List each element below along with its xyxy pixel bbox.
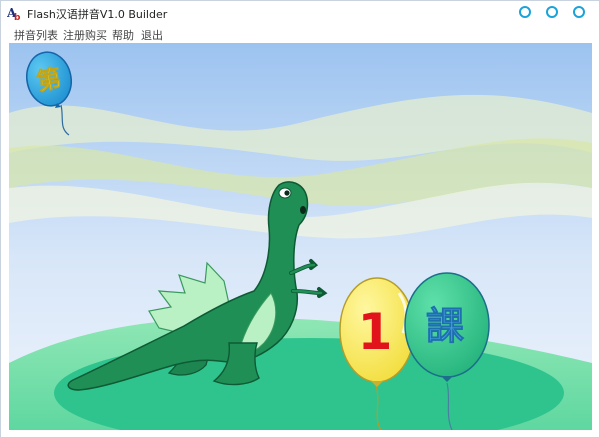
maximize-icon[interactable] [546,6,558,18]
lesson-scene: 第 1 課 [9,43,592,430]
menu-item-help[interactable]: 帮助 [112,27,134,43]
menu-bar: 拼音列表 注册购买 帮助 退出 [1,25,599,43]
minimize-icon[interactable] [519,6,531,18]
app-logo-icon: A b [6,5,23,23]
window-title: Flash汉语拼音V1.0 Builder [27,8,168,21]
menu-item-register[interactable]: 注册购买 [63,27,107,43]
app-window: A b Flash汉语拼音V1.0 Builder 拼音列表 注册购买 帮助 退… [0,0,600,438]
title-bar: A b Flash汉语拼音V1.0 Builder [1,1,599,25]
close-icon[interactable] [573,6,585,18]
svg-text:b: b [14,13,21,21]
menu-item-exit[interactable]: 退出 [141,27,163,43]
flash-stage[interactable]: 第 1 課 [9,43,592,430]
balloon-green-char: 課 [426,304,464,348]
balloon-yellow-char: 1 [358,303,393,361]
menu-item-pinyin-list[interactable]: 拼音列表 [14,27,58,43]
